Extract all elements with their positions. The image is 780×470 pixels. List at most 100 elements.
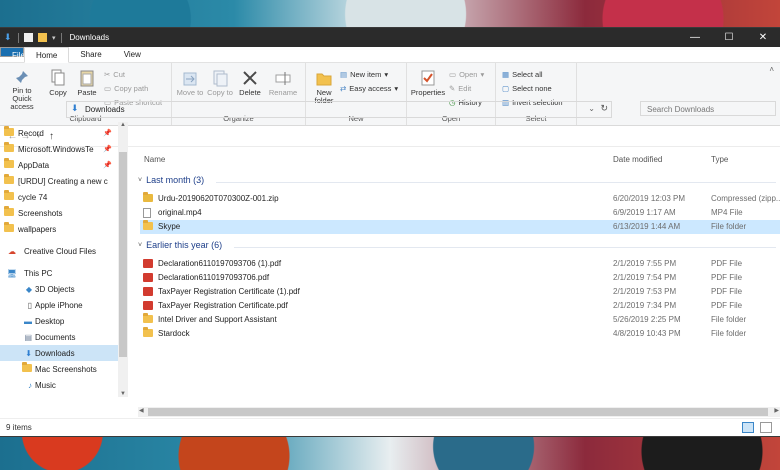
copy-icon	[51, 69, 65, 86]
sidebar-item-downloads[interactable]: ⬇ Downloads	[0, 345, 118, 361]
sidebar-item-mac-screenshots[interactable]: Mac Screenshots	[0, 361, 118, 377]
new-item-button[interactable]: ▤ New item ▾	[340, 70, 388, 79]
address-bar[interactable]: ⬇ Downloads ⌄ ↻	[66, 101, 612, 118]
easy-access-button[interactable]: ⇄ Easy access ▾	[340, 84, 398, 93]
folder-icon	[316, 73, 332, 86]
new-folder-button[interactable]: New folder	[310, 69, 338, 105]
separator	[18, 32, 19, 43]
down-arrow-icon[interactable]: ⬇	[4, 33, 13, 42]
group-header-last-month[interactable]: ˅ Last month (3)	[138, 175, 204, 185]
item-count: 9 items	[6, 423, 32, 432]
copy-button[interactable]: Copy	[46, 69, 70, 97]
collapse-chevron-icon[interactable]: ˅	[138, 242, 142, 249]
table-row[interactable]: TaxPayer Registration Certificate (1).pd…	[140, 285, 780, 299]
downloads-icon: ⬇	[71, 103, 79, 113]
status-bar: 9 items	[0, 418, 780, 436]
open-button[interactable]: ▭ Open ▾	[449, 70, 484, 79]
title-bar: ⬇ ▾ Downloads — ☐ ✕	[0, 28, 780, 47]
sidebar-item-creative-cloud[interactable]: ☁ Creative Cloud Files	[0, 243, 118, 259]
group-divider	[216, 182, 776, 183]
scrollbar-thumb[interactable]	[119, 152, 127, 357]
properties-button[interactable]: Properties	[409, 69, 447, 97]
column-header-name[interactable]: Name	[144, 155, 165, 164]
tab-view[interactable]: View	[113, 47, 152, 62]
copy-to-button[interactable]: Copy to	[206, 69, 234, 97]
column-header-type[interactable]: Type	[711, 155, 728, 164]
copy-to-icon	[213, 70, 228, 87]
sidebar-item-urdu[interactable]: [URDU] Creating a new c	[0, 173, 118, 189]
table-row[interactable]: Stardock 4/8/2019 10:43 PM File folder	[140, 327, 780, 341]
paste-button[interactable]: Paste	[75, 69, 99, 97]
sidebar-item-cycle-74[interactable]: cycle 74	[0, 189, 118, 205]
sidebar-item-screenshots[interactable]: Screenshots	[0, 205, 118, 221]
cut-button[interactable]: ✂ Cut	[104, 70, 125, 79]
scroll-left-icon[interactable]: ◀	[139, 407, 144, 414]
chevron-down-icon: ▾	[394, 84, 399, 93]
folder-icon	[4, 174, 14, 184]
select-all-button[interactable]: ▦ Select all	[502, 70, 543, 79]
video-file-icon	[143, 208, 151, 220]
copy-path-button[interactable]: ▭ Copy path	[104, 84, 148, 93]
delete-x-icon	[243, 71, 257, 85]
sidebar-item-wallpapers[interactable]: wallpapers	[0, 221, 118, 237]
rename-button[interactable]: Rename	[267, 69, 299, 97]
pdf-icon	[143, 273, 153, 284]
chevron-down-icon: ▾	[384, 70, 389, 79]
scroll-right-icon[interactable]: ▶	[774, 407, 779, 414]
large-icons-view-icon[interactable]	[760, 422, 772, 433]
tab-home[interactable]: Home	[24, 47, 70, 63]
folder-icon	[4, 206, 14, 216]
collapse-chevron-icon[interactable]: ˅	[138, 177, 142, 184]
edit-button[interactable]: ✎ Edit	[449, 84, 471, 93]
ribbon-expand-icon[interactable]: ˄	[769, 65, 774, 74]
select-all-icon: ▦	[502, 70, 510, 79]
properties-icon[interactable]	[24, 33, 33, 42]
table-row[interactable]: Intel Driver and Support Assistant 5/26/…	[140, 313, 780, 327]
minimize-button[interactable]: —	[678, 28, 712, 47]
sidebar-item-apple-iphone[interactable]: ▯ Apple iPhone	[0, 297, 118, 313]
pin-quick-access-button[interactable]: Pin to Quick access	[2, 69, 42, 111]
refresh-icon[interactable]: ↻	[600, 103, 608, 114]
sidebar-item-documents[interactable]: ▤ Documents	[0, 329, 118, 345]
scrollbar-thumb[interactable]	[148, 408, 768, 416]
table-row[interactable]: TaxPayer Registration Certificate.pdf 2/…	[140, 299, 780, 313]
horizontal-scrollbar[interactable]: ◀ ▶	[138, 407, 780, 417]
sidebar-item-this-pc[interactable]: 🖥 This PC	[0, 265, 118, 281]
scroll-up-icon[interactable]: ▲	[120, 122, 126, 128]
group-header-earlier-this-year[interactable]: ˅ Earlier this year (6)	[138, 240, 222, 250]
tab-share[interactable]: Share	[69, 47, 112, 62]
table-row[interactable]: Declaration6110197093706 (1).pdf 2/1/201…	[140, 257, 780, 271]
table-row[interactable]: Declaration6110197093706.pdf 2/1/2019 7:…	[140, 271, 780, 285]
sidebar-item-microsoft-windowste[interactable]: Microsoft.WindowsTe 📌	[0, 141, 118, 157]
sidebar-item-3d-objects[interactable]: ◆ 3D Objects	[0, 281, 118, 297]
search-input[interactable]: Search Downloads	[640, 101, 776, 116]
tab-file[interactable]: File	[0, 47, 25, 60]
breadcrumb[interactable]: Downloads	[85, 105, 125, 114]
navigation-pane: Record 📌 Microsoft.WindowsTe 📌 AppData 📌 [U…	[0, 122, 130, 392]
sidebar-item-desktop[interactable]: ▬ Desktop	[0, 313, 118, 329]
close-button[interactable]: ✕	[746, 28, 780, 47]
open-icon: ▭	[449, 70, 457, 79]
sidebar-item-appdata[interactable]: AppData 📌	[0, 157, 118, 173]
desktop-icon: ▬	[24, 316, 32, 326]
computer-icon: 🖥	[6, 268, 18, 278]
table-row[interactable]: original.mp4 6/9/2019 1:17 AM MP4 File	[140, 206, 780, 220]
table-row[interactable]: Skype 6/13/2019 1:44 AM File folder	[140, 220, 780, 234]
table-row[interactable]: Urdu-20190620T070300Z-001.zip 6/20/2019 …	[140, 192, 780, 206]
scroll-down-icon[interactable]: ▼	[120, 391, 126, 397]
address-dropdown-icon[interactable]: ⌄	[588, 104, 595, 113]
details-view-icon[interactable]	[742, 422, 754, 433]
customize-quick-access-icon[interactable]: ▾	[52, 34, 56, 42]
sidebar-item-music[interactable]: ♪ Music	[0, 377, 118, 393]
file-list: Name Date modified Type ˅ Last month (3)…	[134, 122, 780, 404]
move-to-icon	[183, 72, 197, 86]
column-header-date[interactable]: Date modified	[613, 155, 662, 164]
maximize-button[interactable]: ☐	[712, 28, 746, 47]
new-folder-icon[interactable]	[38, 33, 47, 42]
pin-icon	[16, 71, 28, 83]
move-to-button[interactable]: Move to	[176, 69, 204, 97]
sidebar-item-record[interactable]: Record 📌	[0, 125, 118, 141]
select-none-button[interactable]: ▢ Select none	[502, 84, 552, 93]
delete-button[interactable]: Delete	[236, 69, 264, 97]
sidebar-scrollbar[interactable]: ▲ ▼	[118, 122, 128, 397]
